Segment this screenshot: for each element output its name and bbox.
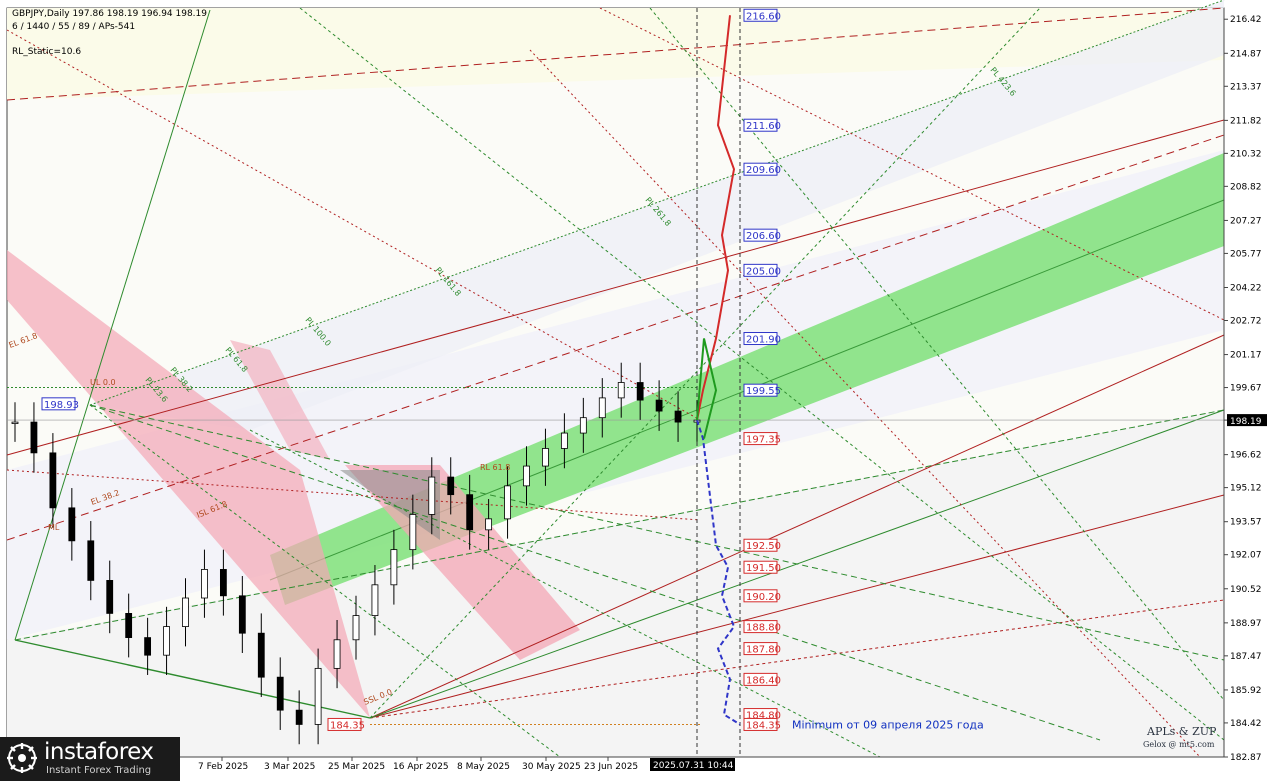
y-tick-label: 205.77 — [1230, 249, 1262, 259]
candle-body — [106, 580, 114, 614]
candle-body — [390, 549, 398, 586]
y-tick-label: 187.47 — [1230, 652, 1262, 662]
down-target-label: 192.50 — [746, 541, 781, 552]
candle-body — [182, 597, 189, 627]
candle-body — [87, 540, 95, 581]
candle-body — [163, 626, 170, 656]
candle-body — [560, 432, 568, 449]
y-tick-label: 182.87 — [1230, 753, 1262, 763]
up-target-label: 205.00 — [746, 266, 781, 277]
logo-icon — [7, 743, 37, 773]
candle-body — [295, 709, 303, 725]
logo-name: instaforex — [44, 739, 154, 765]
candle-body — [333, 639, 341, 669]
candle-body — [523, 465, 530, 487]
y-tick-label: 192.07 — [1230, 551, 1262, 561]
candle-body — [352, 615, 360, 641]
candle-body — [428, 476, 436, 515]
candle-body — [276, 676, 284, 711]
watermark-title: APLs & ZUP — [1147, 725, 1217, 738]
candle-body — [655, 399, 663, 412]
y-tick-label: 190.52 — [1230, 585, 1262, 595]
x-tick-label: 30 May 2025 — [522, 762, 581, 772]
y-tick-label: 199.67 — [1230, 384, 1262, 394]
candle-body — [409, 514, 417, 551]
pivot-high-label: 198.93 — [44, 400, 79, 411]
price-chart[interactable]: 216.60 211.60 209.60 206.60 205.00 201.90 199.… — [0, 0, 1271, 781]
y-tick-label: 185.92 — [1230, 686, 1262, 696]
candle-body — [49, 452, 57, 509]
fib-label: ML — [48, 523, 60, 532]
y-tick-label: 211.82 — [1230, 116, 1262, 126]
candle-body — [30, 421, 38, 454]
candle-body — [485, 518, 493, 531]
y-tick-label: 208.82 — [1230, 182, 1262, 192]
candle-body — [617, 382, 625, 399]
candle-body — [371, 584, 379, 617]
indicator-params: 6 / 1440 / 55 / 89 / APs-541 — [12, 22, 136, 32]
y-tick-label: 196.62 — [1230, 451, 1262, 461]
minimum-annotation: Minimum от 09 апреля 2025 года — [792, 718, 984, 731]
candle-body — [257, 632, 265, 678]
up-target-label: 211.60 — [746, 121, 781, 132]
candle-body — [201, 569, 208, 599]
symbol-header: GBPJPY,Daily 197.86 198.19 196.94 198.19 — [12, 9, 207, 19]
candle-body — [11, 421, 19, 424]
candle-body — [238, 595, 246, 634]
y-tick-label: 193.57 — [1230, 518, 1262, 528]
candle-body — [542, 448, 549, 467]
candle-body — [579, 417, 587, 434]
x-tick-label: 7 Feb 2025 — [198, 762, 248, 772]
x-tick-label: 25 Mar 2025 — [328, 762, 385, 772]
candle-body — [125, 613, 133, 638]
pivot-low-label: 184.35 — [330, 720, 365, 731]
up-target-label: 209.60 — [746, 165, 781, 176]
y-tick-label: 214.87 — [1230, 49, 1262, 59]
instaforex-logo: instaforex Instant Forex Trading — [0, 737, 180, 781]
fib-label: UL 0.0 — [90, 378, 116, 387]
candle-body — [447, 476, 455, 496]
candle-body — [144, 637, 152, 656]
candle-body — [674, 410, 682, 423]
fib-label: RL 61.8 — [480, 463, 510, 472]
y-tick-label: 202.72 — [1230, 316, 1262, 326]
up-target-label: 206.60 — [746, 231, 781, 242]
down-target-label: 187.80 — [746, 645, 781, 656]
candle-body — [636, 382, 644, 401]
chart-window: 216.60 211.60 209.60 206.60 205.00 201.90 199.… — [0, 0, 1271, 781]
up-target-label: 199.55 — [746, 386, 781, 397]
y-tick-label: 188.97 — [1230, 619, 1262, 629]
y-tick-label: 204.22 — [1230, 284, 1262, 294]
time-cursor-label: 2025.07.31 10:44 — [653, 761, 734, 771]
y-tick-label: 184.42 — [1230, 719, 1262, 729]
down-target-label: 184.35 — [746, 720, 781, 731]
candle-body — [68, 507, 76, 542]
down-target-label: 186.40 — [746, 675, 781, 686]
y-tick-label: 216.42 — [1230, 15, 1262, 25]
down-target-label: 191.50 — [746, 563, 781, 574]
x-tick-label: 3 Mar 2025 — [264, 762, 315, 772]
watermark-site: Gelox @ mt5.com — [1143, 740, 1215, 749]
candle-body — [314, 667, 322, 725]
candle-body — [598, 397, 606, 419]
x-tick-label: 8 May 2025 — [457, 762, 510, 772]
x-tick-label: 23 Jun 2025 — [584, 762, 638, 772]
y-tick-label: 195.12 — [1230, 484, 1262, 494]
down-target-label: 197.35 — [746, 435, 781, 446]
static-label: RL_Static=10.6 — [12, 47, 82, 57]
logo-tagline: Instant Forex Trading — [46, 765, 152, 776]
candle-body — [504, 485, 511, 520]
x-tick-label: 16 Apr 2025 — [393, 762, 449, 772]
down-target-label: 190.20 — [746, 592, 781, 603]
candle-body — [219, 569, 227, 597]
up-target-label: 216.60 — [746, 11, 781, 22]
y-tick-label: 201.17 — [1230, 351, 1262, 361]
current-price-label: 198.19 — [1230, 417, 1262, 427]
y-tick-label: 213.37 — [1230, 82, 1262, 92]
candle-body — [466, 494, 474, 531]
y-tick-label: 210.32 — [1230, 149, 1262, 159]
up-target-label: 201.90 — [746, 335, 781, 346]
down-target-label: 188.80 — [746, 623, 781, 634]
y-tick-label: 207.27 — [1230, 216, 1262, 226]
